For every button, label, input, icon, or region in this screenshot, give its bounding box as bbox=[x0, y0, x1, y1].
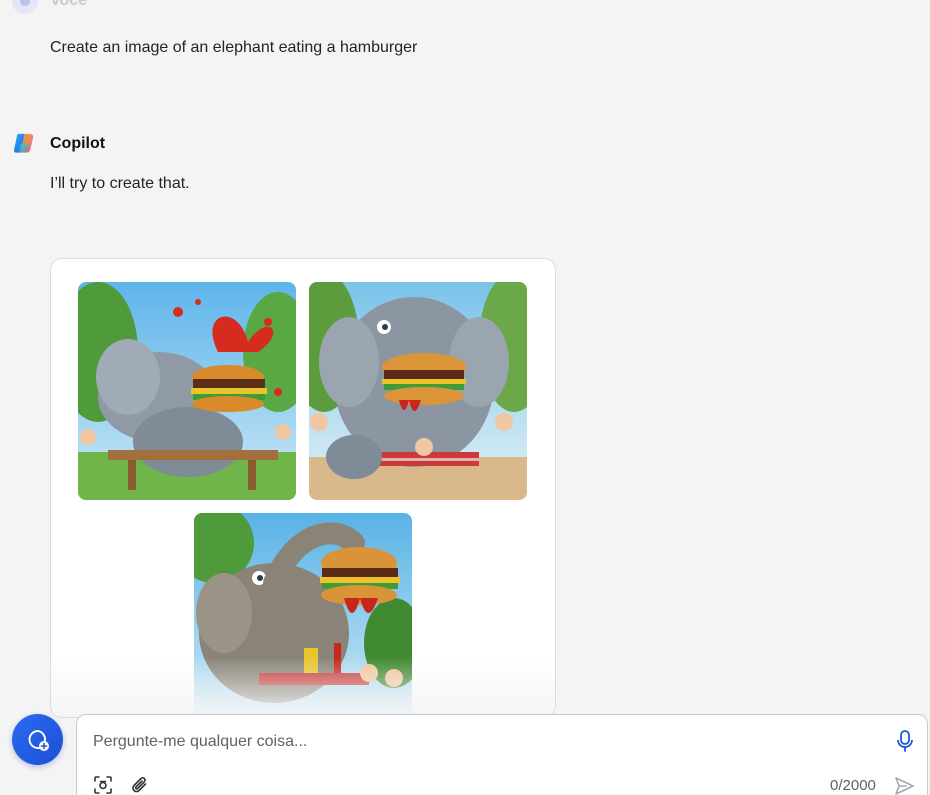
generated-image-2[interactable] bbox=[309, 282, 527, 500]
chat-page: Você Create an image of an elephant eati… bbox=[0, 0, 930, 795]
camera-scan-icon bbox=[94, 776, 112, 794]
assistant-message-header: Copilot bbox=[12, 131, 105, 156]
microphone-icon bbox=[897, 730, 913, 752]
generated-image-1-art bbox=[78, 282, 296, 500]
generated-image-1[interactable] bbox=[78, 282, 296, 500]
prompt-input[interactable] bbox=[93, 729, 873, 755]
assistant-message-text: I’ll try to create that. bbox=[50, 175, 190, 192]
character-counter: 0/2000 bbox=[830, 777, 876, 794]
attach-button[interactable] bbox=[128, 773, 152, 795]
generated-image-2-art bbox=[309, 282, 527, 500]
new-topic-button[interactable] bbox=[12, 714, 63, 765]
send-icon bbox=[895, 777, 914, 795]
microphone-button[interactable] bbox=[893, 727, 917, 755]
card-fade-overlay bbox=[51, 657, 555, 717]
send-button[interactable] bbox=[891, 773, 917, 795]
user-message-text: Create an image of an elephant eating a … bbox=[50, 39, 418, 56]
screenshot-button[interactable] bbox=[91, 773, 115, 795]
generated-images-card bbox=[50, 258, 556, 718]
user-name: Você bbox=[50, 0, 88, 9]
copilot-logo-icon bbox=[13, 133, 34, 153]
user-avatar bbox=[12, 0, 38, 14]
avatar-icon bbox=[20, 0, 30, 6]
chat-plus-icon bbox=[28, 729, 49, 751]
assistant-name: Copilot bbox=[50, 134, 106, 152]
user-message-header: Você bbox=[12, 0, 87, 14]
composer: 0/2000 bbox=[76, 714, 928, 795]
paperclip-icon bbox=[132, 777, 147, 793]
